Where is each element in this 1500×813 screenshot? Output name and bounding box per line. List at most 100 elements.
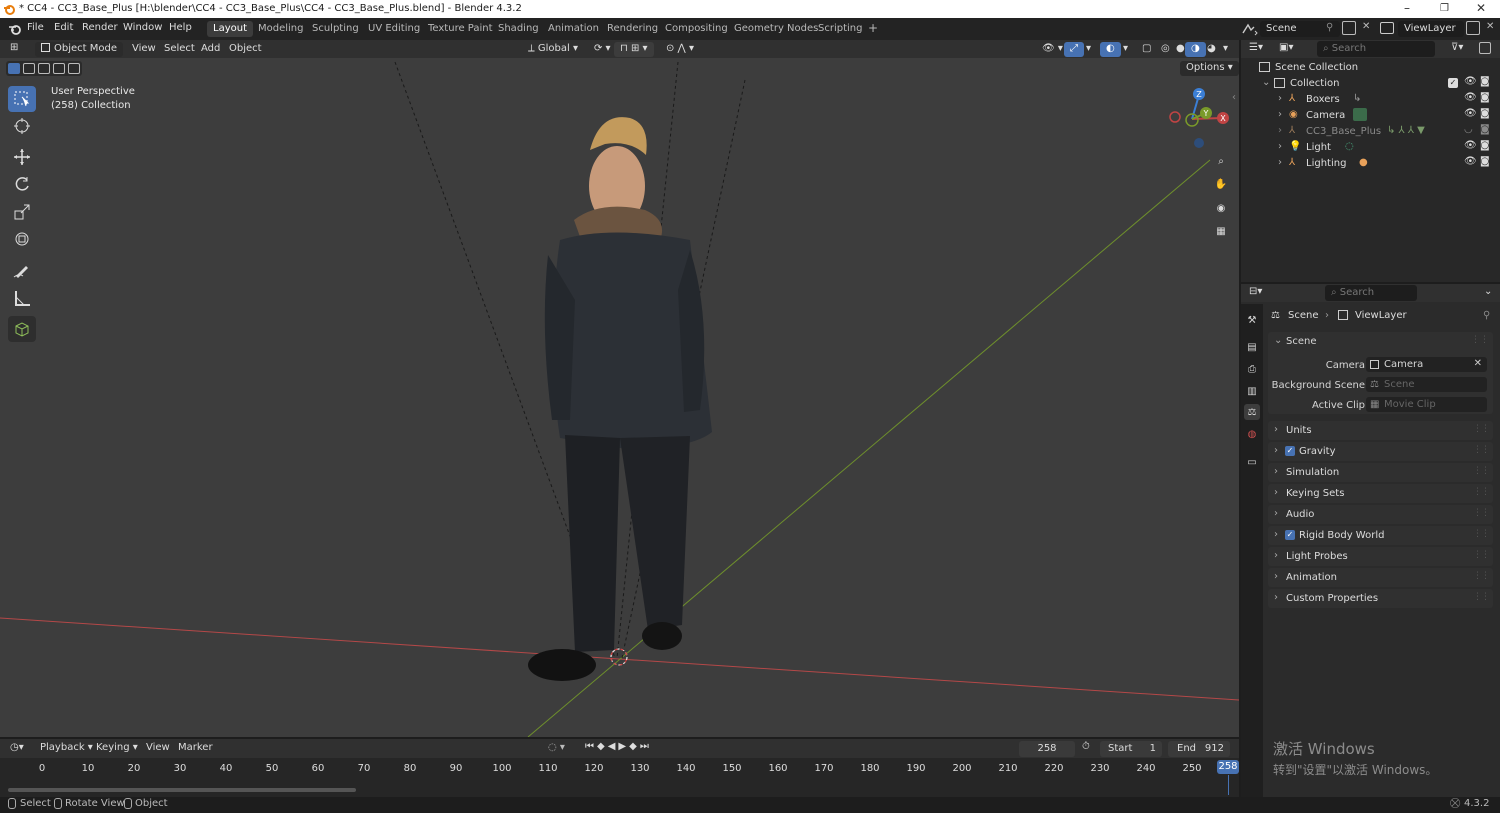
timeline-editor-icon[interactable]: ◷▾ xyxy=(10,742,24,753)
orientation-selector[interactable]: ⟂ Global ▾ xyxy=(522,42,584,57)
new-scene-icon[interactable] xyxy=(1342,21,1356,35)
sidebar-toggle-icon[interactable]: ‹ xyxy=(1232,92,1236,103)
tab-sculpting[interactable]: Sculpting xyxy=(306,21,365,37)
tab-compositing[interactable]: Compositing xyxy=(659,21,734,37)
menu-file[interactable]: File xyxy=(27,22,44,33)
tab-uv-editing[interactable]: UV Editing xyxy=(362,21,426,37)
visibility-eye-icon[interactable]: 👁 xyxy=(1464,140,1477,151)
delete-viewlayer-icon[interactable]: ✕ xyxy=(1486,21,1494,32)
select-box-tool[interactable] xyxy=(8,86,36,112)
properties-options-icon[interactable]: ⌄ xyxy=(1484,286,1492,297)
menu-keying[interactable]: Keying ▾ xyxy=(90,741,144,756)
outliner-editor-icon[interactable]: ☰▾ xyxy=(1249,42,1263,53)
move-tool[interactable] xyxy=(8,144,36,170)
tab-animation[interactable]: Animation xyxy=(542,21,605,37)
render-camera-icon[interactable]: ◙ xyxy=(1480,92,1490,103)
panel-simulation[interactable]: › Simulation ⋮⋮ xyxy=(1268,463,1493,482)
start-frame-field[interactable]: Start 1 xyxy=(1100,741,1162,757)
outliner-collection[interactable]: ⌄ Collection ✓ 👁 ◙ xyxy=(1241,76,1500,91)
visibility-eye-icon[interactable]: 👁 xyxy=(1464,92,1477,103)
expand-chevron-icon[interactable]: › xyxy=(1278,157,1282,168)
drag-grip-icon[interactable]: ⋮⋮ xyxy=(1473,487,1490,497)
outliner-item-cc3-base-plus[interactable]: › ⅄ CC3_Base_Plus ↳ ⅄ ⅄ ▼ ◡ ◙ xyxy=(1241,124,1500,139)
rotate-tool[interactable] xyxy=(8,171,36,197)
expand-chevron-icon[interactable]: › xyxy=(1278,93,1282,104)
panel-units[interactable]: › Units ⋮⋮ xyxy=(1268,421,1493,440)
visibility-eye-icon[interactable]: 👁 xyxy=(1464,156,1477,167)
panel-custom-properties[interactable]: › Custom Properties ⋮⋮ xyxy=(1268,589,1493,608)
render-camera-icon[interactable]: ◙ xyxy=(1480,76,1490,87)
outliner-item-light[interactable]: › 💡 Light ◌ 👁 ◙ xyxy=(1241,140,1500,155)
select-new-icon[interactable] xyxy=(8,63,20,74)
proportional-edit-icon[interactable]: ⊙ ⋀ ▾ xyxy=(660,42,700,57)
render-camera-icon[interactable]: ◙ xyxy=(1480,156,1490,167)
tab-shading[interactable]: Shading xyxy=(492,21,545,37)
tab-geometry-nodes[interactable]: Geometry Nodes xyxy=(728,21,824,37)
render-camera-icon[interactable]: ◙ xyxy=(1480,140,1490,151)
expand-chevron-icon[interactable]: › xyxy=(1278,125,1282,136)
shading-menu-icon[interactable]: ▾ xyxy=(1217,42,1234,57)
active-clip-field[interactable]: ▦ Movie Clip xyxy=(1366,397,1487,412)
restore-button[interactable]: ❐ xyxy=(1440,3,1449,14)
jump-end-icon[interactable]: ⏭ xyxy=(640,741,652,752)
clear-icon[interactable]: ✕ xyxy=(1474,358,1482,369)
drag-grip-icon[interactable]: ⋮⋮ xyxy=(1473,445,1490,455)
drag-grip-icon[interactable]: ⋮⋮ xyxy=(1473,529,1490,539)
new-viewlayer-icon[interactable] xyxy=(1466,21,1480,35)
menu-timeline-view[interactable]: View xyxy=(140,741,176,756)
perspective-toggle-button[interactable]: ▦ xyxy=(1210,220,1232,242)
blender-menu-icon[interactable] xyxy=(8,23,22,35)
visibility-eye-icon[interactable]: 👁 xyxy=(1464,76,1477,87)
add-workspace-button[interactable]: + xyxy=(862,19,884,35)
menu-add[interactable]: Add xyxy=(195,42,226,57)
drag-grip-icon[interactable]: ⋮⋮ xyxy=(1471,335,1489,345)
menu-object[interactable]: Object xyxy=(223,42,268,57)
rigid-body-world-checkbox[interactable]: ✓ xyxy=(1285,530,1295,540)
playhead[interactable]: 258 xyxy=(1217,760,1239,774)
visibility-eye-icon[interactable]: 👁 xyxy=(1464,108,1477,119)
delete-scene-icon[interactable]: ✕ xyxy=(1362,21,1370,32)
collapse-chevron-icon[interactable]: ⌄ xyxy=(1262,77,1270,88)
gravity-checkbox[interactable]: ✓ xyxy=(1285,446,1295,456)
timeline-scrollbar[interactable] xyxy=(8,788,356,792)
hidden-eye-icon[interactable]: ◡ xyxy=(1464,124,1473,135)
pan-button[interactable]: ✋ xyxy=(1210,173,1232,195)
drag-grip-icon[interactable]: ⋮⋮ xyxy=(1473,508,1490,518)
menu-marker[interactable]: Marker xyxy=(172,741,219,756)
tab-rendering[interactable]: Rendering xyxy=(601,21,664,37)
preview-range-icon[interactable]: ⏱ xyxy=(1082,741,1090,752)
pin-icon[interactable]: ⚲ xyxy=(1326,22,1333,33)
gizmo-menu-icon[interactable]: ▾ xyxy=(1080,42,1097,57)
new-collection-icon[interactable] xyxy=(1479,42,1491,54)
pivot-point-icon[interactable]: ⟳ ▾ xyxy=(588,42,617,57)
zoom-button[interactable]: ⌕ xyxy=(1210,150,1232,172)
drag-grip-icon[interactable]: ⋮⋮ xyxy=(1473,424,1490,434)
tab-scene-icon[interactable]: ⚖ xyxy=(1244,404,1260,420)
3d-viewport[interactable]: ⊞ Object Mode View Select Add Object ⟂ G… xyxy=(0,40,1239,737)
mode-selector[interactable]: Object Mode xyxy=(35,42,123,57)
select-extend-icon[interactable] xyxy=(23,63,35,74)
tab-view-layer-icon[interactable]: ▥ xyxy=(1244,383,1260,399)
transform-tool[interactable] xyxy=(8,226,36,252)
tab-tool-icon[interactable]: ⚒ xyxy=(1244,312,1260,328)
minimize-button[interactable]: – xyxy=(1404,1,1410,15)
tab-texture-paint[interactable]: Texture Paint xyxy=(422,21,499,37)
select-subtract-icon[interactable] xyxy=(38,63,50,74)
drag-grip-icon[interactable]: ⋮⋮ xyxy=(1473,550,1490,560)
outliner-item-lighting[interactable]: › ⅄ Lighting ● 👁 ◙ xyxy=(1241,156,1500,171)
expand-chevron-icon[interactable]: › xyxy=(1278,109,1282,120)
properties-editor-icon[interactable]: ⊟▾ xyxy=(1249,286,1262,297)
add-cube-tool[interactable] xyxy=(8,316,36,342)
jump-start-icon[interactable]: ⏮ xyxy=(585,741,597,752)
tab-layout[interactable]: Layout xyxy=(207,21,253,37)
measure-tool[interactable] xyxy=(8,285,36,311)
pin-icon[interactable]: ⚲ xyxy=(1483,310,1490,321)
menu-edit[interactable]: Edit xyxy=(54,22,73,33)
menu-help[interactable]: Help xyxy=(169,22,192,33)
play-reverse-icon[interactable]: ◀ xyxy=(608,741,619,752)
display-mode-icon[interactable]: ▣▾ xyxy=(1279,42,1293,53)
scene-icon[interactable] xyxy=(1241,22,1259,36)
drag-grip-icon[interactable]: ⋮⋮ xyxy=(1473,592,1490,602)
play-icon[interactable]: ▶ xyxy=(618,741,629,752)
panel-audio[interactable]: › Audio ⋮⋮ xyxy=(1268,505,1493,524)
